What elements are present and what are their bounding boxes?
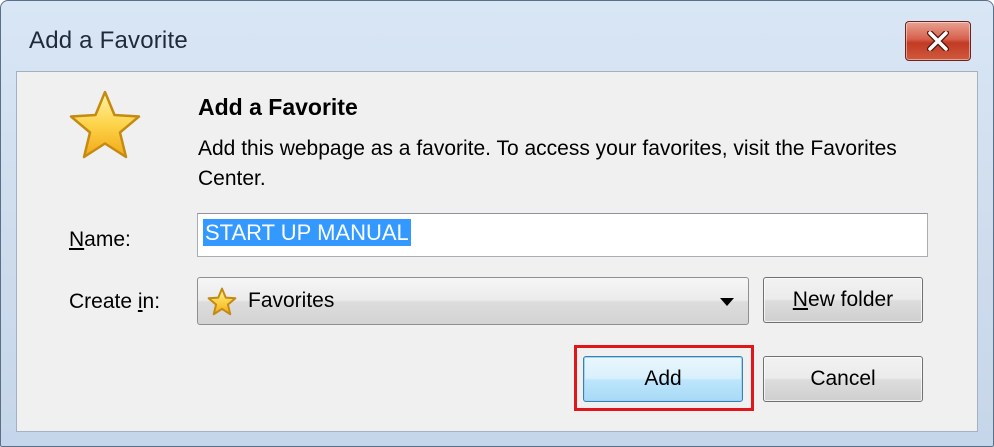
add-button[interactable]: Add <box>583 356 743 402</box>
name-label-rest: ame: <box>84 228 131 251</box>
star-icon <box>206 287 238 322</box>
window-title: Add a Favorite <box>29 27 188 54</box>
create-in-label-post: n: <box>142 290 161 313</box>
title-bar[interactable]: Add a Favorite <box>1 1 993 81</box>
chevron-down-icon[interactable] <box>720 298 734 306</box>
close-button[interactable] <box>905 21 971 61</box>
name-label: Name: <box>69 228 131 252</box>
name-input[interactable]: START UP MANUAL <box>197 213 928 257</box>
create-in-selected: Favorites <box>248 289 335 312</box>
close-icon <box>927 31 949 51</box>
create-in-dropdown[interactable]: Favorites <box>197 277 749 325</box>
name-label-accel: N <box>69 228 85 251</box>
new-folder-button[interactable]: New folder <box>763 277 923 323</box>
dialog-description: Add this webpage as a favorite. To acces… <box>198 137 897 190</box>
new-folder-rest: ew folder <box>807 288 894 311</box>
cancel-button[interactable]: Cancel <box>763 356 923 402</box>
dialog-body: Add a Favorite Add this webpage as a fav… <box>16 71 978 432</box>
new-folder-accel: N <box>792 288 808 311</box>
dialog-heading: Add a Favorite <box>198 94 358 120</box>
star-icon <box>67 88 143 169</box>
name-input-value: START UP MANUAL <box>203 219 411 246</box>
create-in-label-pre: Create <box>69 290 138 313</box>
create-in-label: Create in: <box>69 290 160 314</box>
add-favorite-dialog: Add a Favorite Add a Favorite Add this w… <box>0 0 994 447</box>
